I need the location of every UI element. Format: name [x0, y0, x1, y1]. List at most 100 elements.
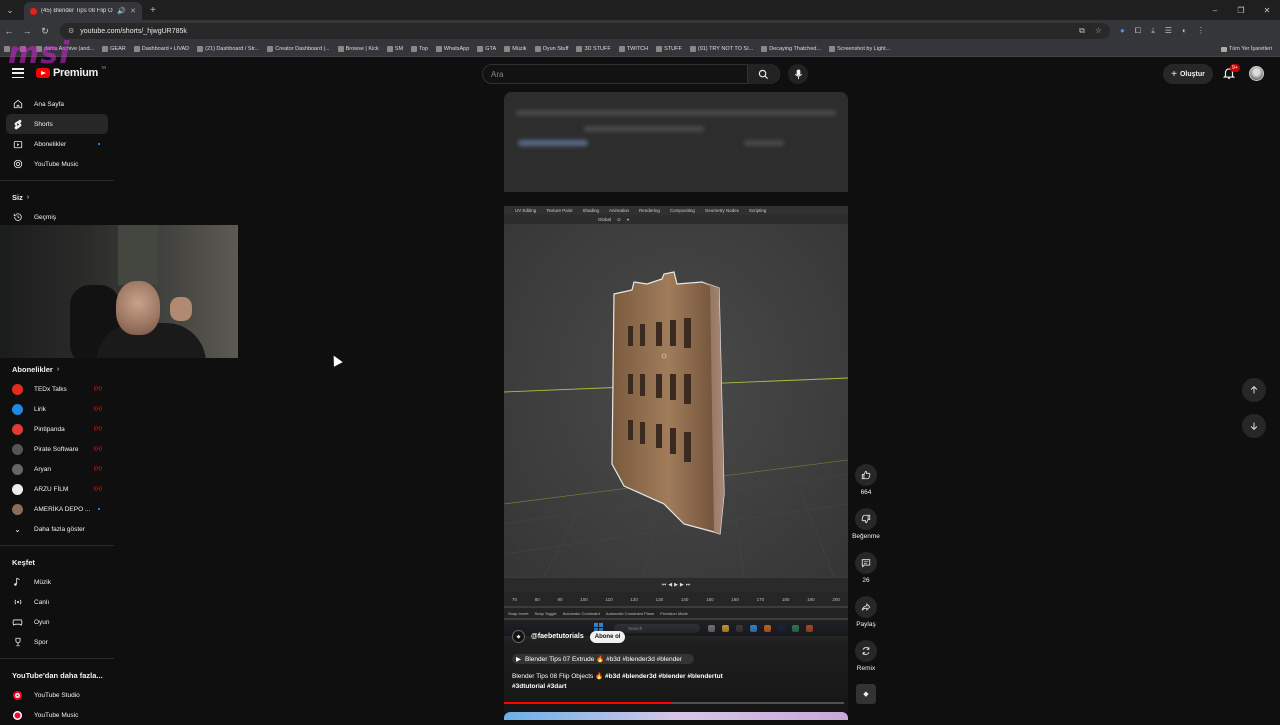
menu-hamburger-icon[interactable]: [12, 68, 24, 78]
download-icon[interactable]: ⤓: [1151, 26, 1155, 36]
comments-button[interactable]: [855, 552, 877, 574]
youtube-play-icon: [36, 68, 50, 78]
timeline-tick: 170: [756, 596, 765, 602]
bookmark-item[interactable]: GTA: [477, 46, 496, 52]
caption-tags[interactable]: #b3d #blender3d #blender #blendertut: [605, 673, 723, 680]
close-tab-icon[interactable]: ✕: [130, 7, 136, 15]
new-tab-button[interactable]: +: [150, 5, 156, 16]
blender-workspace-tabs: UV Editing Texture Paint Shading Animation R…: [504, 206, 848, 215]
home-icon: [12, 99, 23, 110]
bookmark-item[interactable]: GEAR: [102, 46, 126, 52]
all-bookmarks[interactable]: Tüm Yer İşaretleri: [1220, 46, 1280, 52]
subscription-item[interactable]: AMERİKA DEPO ...: [0, 499, 114, 519]
bookmark-item[interactable]: TWITCH: [618, 46, 648, 52]
reading-list-icon[interactable]: ☰: [1165, 26, 1172, 36]
tab-search-button[interactable]: ⌄: [0, 0, 20, 20]
channel-handle[interactable]: @faebetutorials: [531, 633, 584, 640]
related-video-link[interactable]: ▶ Blender Tips 07 Extrude 🔥 #b3d #blende…: [512, 654, 694, 664]
subscription-item[interactable]: Pintipanda ((•)): [0, 419, 114, 439]
speaker-icon[interactable]: 🔊: [117, 7, 126, 15]
browser-tab[interactable]: (45) Blender Tips 08 Flip Ol 🔊 ✕: [24, 2, 142, 20]
like-action: 664: [848, 464, 884, 496]
bookmark-item[interactable]: Decaying Thatched...: [761, 46, 821, 52]
next-short-button[interactable]: [1242, 414, 1266, 438]
caption-tags-2[interactable]: #3dtutorial #3dart: [512, 683, 567, 690]
share-action: Paylaş: [848, 596, 884, 628]
bookmark-item[interactable]: STUFF: [656, 46, 682, 52]
dislike-button[interactable]: [855, 508, 877, 530]
restore-button[interactable]: ❐: [1228, 0, 1254, 20]
next-short-preview[interactable]: [504, 712, 848, 720]
site-info-icon[interactable]: ⚙: [68, 27, 74, 35]
sidebar-item-gaming[interactable]: Oyun: [0, 612, 114, 632]
sidebar-item-label: Canlı: [34, 598, 50, 606]
bookmark-item[interactable]: (21) Dashboard / Str...: [197, 46, 259, 52]
create-button[interactable]: + Oluştur: [1163, 64, 1213, 84]
address-bar[interactable]: ⚙ youtube.com/shorts/_hjwgUR785k ⧉ ☆: [60, 23, 1110, 39]
bookmark-item[interactable]: Creator Dashboard |...: [267, 46, 330, 52]
bookmark-item[interactable]: SM: [386, 46, 403, 52]
extensions-puzzle-icon[interactable]: ⧠: [1135, 26, 1141, 36]
sidebar-item-youtube-studio[interactable]: YouTube Studio: [0, 685, 114, 705]
sidebar-item-label: Müzik: [34, 578, 51, 586]
subscription-item[interactable]: Lirik ((•)): [0, 399, 114, 419]
live-indicator-icon: ((•)): [93, 466, 102, 472]
account-avatar[interactable]: [1249, 66, 1264, 81]
sidebar-item-live[interactable]: Canlı: [0, 592, 114, 612]
bookmark-item[interactable]: 3D STUFF: [576, 46, 611, 52]
bookmark-item[interactable]: WhatsApp: [435, 46, 469, 52]
bookmark-item[interactable]: Browse | Kick: [337, 46, 379, 52]
extension-icon[interactable]: ●: [1120, 26, 1125, 36]
search-input[interactable]: [483, 69, 747, 79]
subscription-item[interactable]: Pirate Software ((•)): [0, 439, 114, 459]
share-arrow-icon: [861, 603, 871, 611]
bookmark-item[interactable]: Müzik: [504, 46, 527, 52]
sidebar-item-sports[interactable]: Spor: [0, 632, 114, 652]
voice-search-button[interactable]: [788, 64, 808, 84]
sidebar-item-home[interactable]: Ana Sayfa: [0, 94, 114, 114]
minimize-button[interactable]: –: [1202, 0, 1228, 20]
share-label: Paylaş: [856, 621, 876, 628]
subscriptions-icon: [12, 139, 23, 150]
sidebar-item-youtube-music-app[interactable]: YouTube Music: [0, 705, 114, 725]
install-app-icon[interactable]: ⧉: [1079, 26, 1085, 36]
subscription-item[interactable]: ARZU FİLM ((•)): [0, 479, 114, 499]
bookmark-item[interactable]: Oyun Stuff: [534, 46, 568, 52]
channel-avatar[interactable]: ◆: [512, 630, 525, 643]
subscriptions-heading[interactable]: Abonelikler ›: [0, 359, 114, 379]
bookmark-label: (91) TRY NOT TO SI...: [697, 46, 754, 52]
sidebar-subscriptions: Abonelikler › TEDx Talks ((•)) Lirik ((•)) P…: [0, 359, 114, 725]
show-more-button[interactable]: ⌄ Daha fazla göster: [0, 519, 114, 539]
share-button[interactable]: [855, 596, 877, 618]
search-button[interactable]: [747, 64, 779, 84]
sidebar-item-music[interactable]: Müzik: [0, 572, 114, 592]
bookmark-item[interactable]: Screenshot by Light...: [829, 46, 890, 52]
video-progress-bar[interactable]: [504, 702, 844, 704]
music-note-icon: [12, 577, 23, 588]
previous-short-button[interactable]: [1242, 378, 1266, 402]
microphone-icon: [794, 68, 802, 79]
browser-menu-icon[interactable]: ⋮: [1197, 26, 1205, 36]
subscribe-button[interactable]: Abone ol: [589, 630, 626, 643]
profile-icon[interactable]: ◐: [1182, 26, 1187, 36]
bookmark-item[interactable]: Dashboard • LIVAD: [133, 46, 189, 52]
like-button[interactable]: [855, 464, 877, 486]
subscription-item[interactable]: Aryan ((•)): [0, 459, 114, 479]
sidebar-item-youtube-music[interactable]: YouTube Music: [0, 154, 114, 174]
shorts-video-player[interactable]: UV Editing Texture Paint Shading Animation R…: [504, 92, 848, 712]
close-window-button[interactable]: ✕: [1254, 0, 1280, 20]
bookmark-star-icon[interactable]: ☆: [1095, 26, 1102, 36]
sidebar-item-shorts[interactable]: Shorts: [6, 114, 108, 134]
remix-button[interactable]: [855, 640, 877, 662]
sidebar-item-subscriptions[interactable]: Abonelikler: [0, 134, 114, 154]
sound-thumbnail[interactable]: ◆: [856, 684, 876, 704]
sound-action: ◆: [848, 684, 884, 704]
subscription-item[interactable]: TEDx Talks ((•)): [0, 379, 114, 399]
jump-start-icon: ⏮: [661, 582, 667, 588]
youtube-premium-logo[interactable]: Premium TR: [36, 65, 106, 79]
chevron-down-icon: ⌄: [14, 524, 21, 534]
bookmark-item[interactable]: (91) TRY NOT TO SI...: [689, 46, 754, 52]
bookmark-item[interactable]: Top: [411, 46, 428, 52]
you-section-heading[interactable]: Siz ›: [0, 187, 114, 207]
sidebar-item-history[interactable]: Geçmiş: [0, 207, 114, 227]
